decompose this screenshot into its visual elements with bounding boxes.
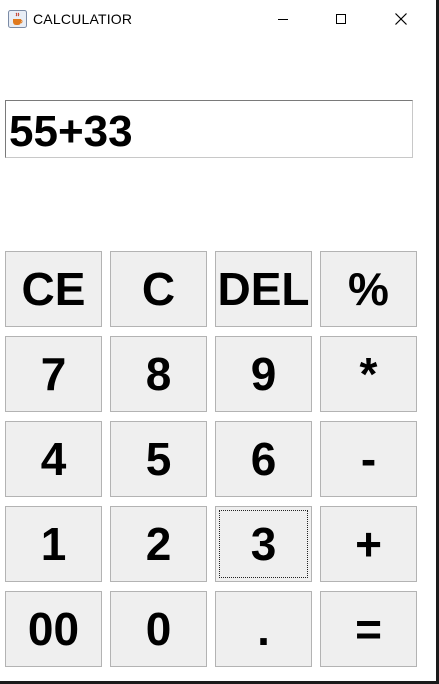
ce-button[interactable]: CE [5, 251, 102, 327]
double-zero-button[interactable]: 00 [5, 591, 102, 667]
key-label: 8 [145, 348, 172, 400]
subtract-button[interactable]: - [320, 421, 417, 497]
key-label: 4 [40, 433, 67, 485]
key-label: 7 [40, 348, 67, 400]
digit-8-button[interactable]: 8 [110, 336, 207, 412]
digit-6-button[interactable]: 6 [215, 421, 312, 497]
key-label: 00 [27, 603, 80, 655]
key-label: 9 [250, 348, 277, 400]
key-label: * [359, 348, 378, 400]
window-title: CALCULATIOR [33, 11, 133, 27]
key-label: . [257, 603, 270, 655]
add-button[interactable]: + [320, 506, 417, 582]
java-cup-icon [8, 10, 27, 28]
maximize-icon [336, 14, 346, 24]
digit-2-button[interactable]: 2 [110, 506, 207, 582]
digit-4-button[interactable]: 4 [5, 421, 102, 497]
percent-button[interactable]: % [320, 251, 417, 327]
key-label: 0 [145, 603, 172, 655]
digit-5-button[interactable]: 5 [110, 421, 207, 497]
digit-0-button[interactable]: 0 [110, 591, 207, 667]
digit-9-button[interactable]: 9 [215, 336, 312, 412]
display-field[interactable]: 55+33 [5, 100, 413, 158]
close-icon [395, 13, 407, 25]
minimize-button[interactable] [254, 0, 312, 38]
key-label: = [355, 603, 382, 655]
key-label: DEL [217, 263, 310, 315]
close-button[interactable] [372, 0, 430, 38]
calculator-window: CALCULATIOR 55+33 CE C DEL % 7 8 9 * 4 5… [0, 0, 439, 684]
minimize-icon [278, 19, 288, 20]
key-label: 5 [145, 433, 172, 485]
title-bar[interactable]: CALCULATIOR [0, 0, 436, 38]
digit-7-button[interactable]: 7 [5, 336, 102, 412]
digit-1-button[interactable]: 1 [5, 506, 102, 582]
multiply-button[interactable]: * [320, 336, 417, 412]
decimal-point-button[interactable]: . [215, 591, 312, 667]
key-label: CE [21, 263, 86, 315]
key-label: C [141, 263, 176, 315]
key-label: % [348, 263, 389, 315]
delete-button[interactable]: DEL [215, 251, 312, 327]
digit-3-button[interactable]: 3 [215, 506, 312, 582]
display-value: 55+33 [9, 107, 133, 156]
key-label: 6 [250, 433, 277, 485]
key-label: + [355, 518, 382, 570]
clear-button[interactable]: C [110, 251, 207, 327]
maximize-button[interactable] [312, 0, 370, 38]
key-label: - [360, 433, 377, 485]
key-label: 2 [145, 518, 172, 570]
key-label: 3 [250, 518, 277, 570]
key-label: 1 [40, 518, 67, 570]
equals-button[interactable]: = [320, 591, 417, 667]
